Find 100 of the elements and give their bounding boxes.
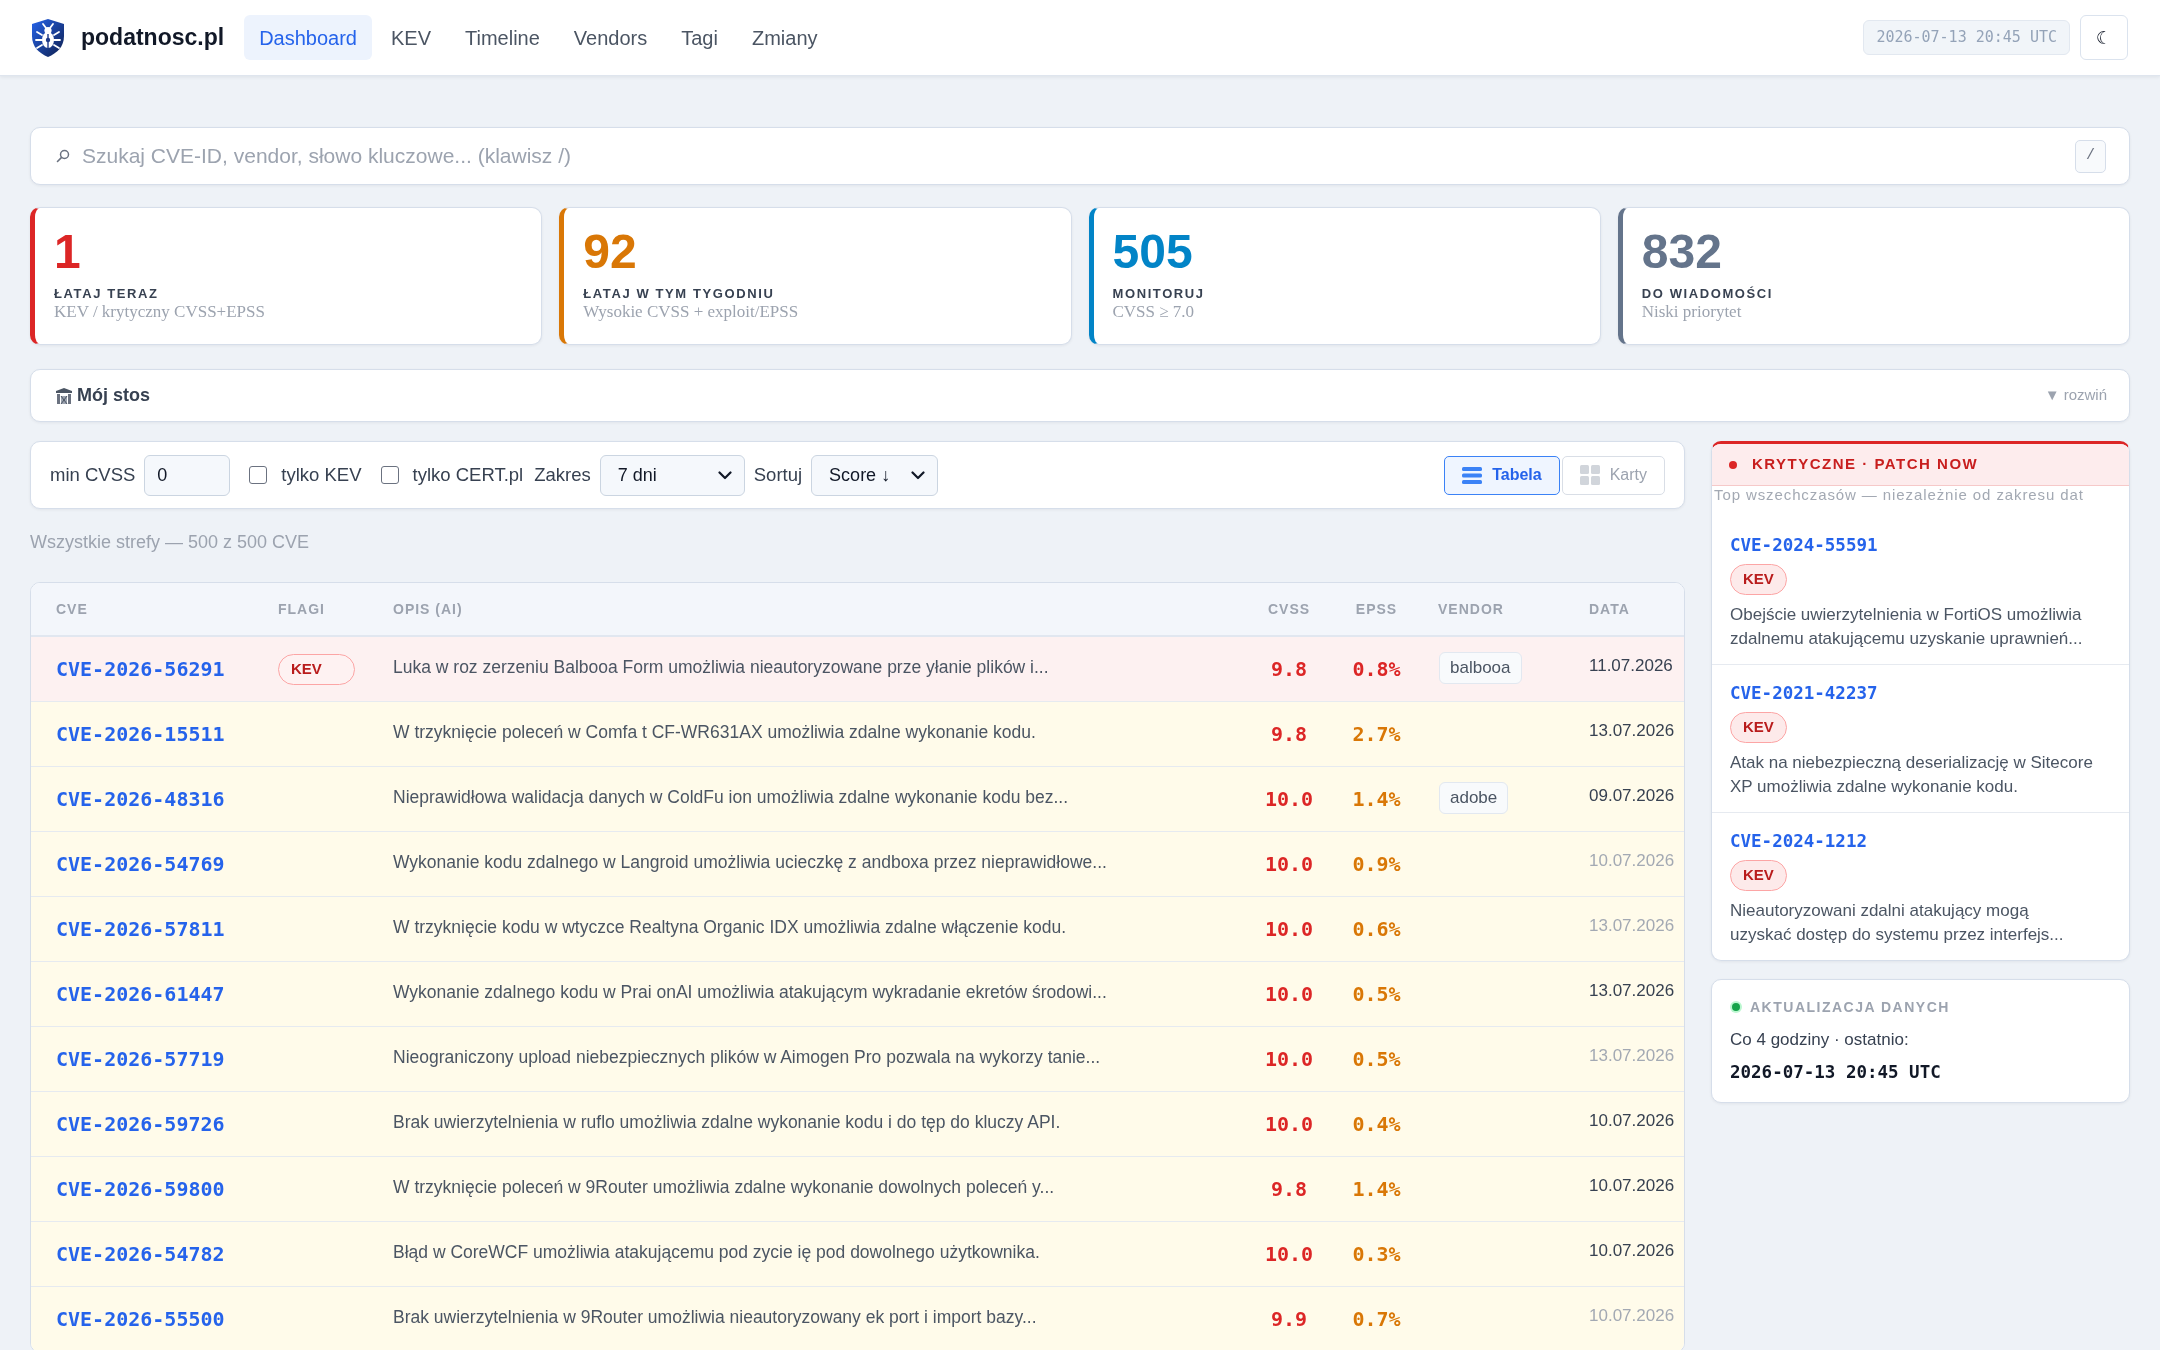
- table-row[interactable]: CVE-2026-54782 Błąd w CoreWCF umożliwia atakującemu pod zycie ię pod dowolnego użytkownika. 10.0 0.3% 10.07.2026: [31, 1222, 1684, 1287]
- nav-tab[interactable]: Dashboard: [244, 15, 372, 60]
- description-text: Obejście uwierzytelnienia w FortiOS umożliwia zdalnemu atakującemu uzyskanie uprawnień...: [1730, 604, 2084, 650]
- kev-badge: KEV: [1730, 564, 1787, 595]
- caret-icon: [911, 470, 926, 480]
- checkbox-label[interactable]: tylko KEV: [281, 461, 362, 489]
- epss-score: 1.4%: [1352, 786, 1401, 813]
- results-summary: Wszystkie strefy — 500 z 500 CVE: [30, 531, 310, 553]
- cvss-score: 10.0: [1264, 786, 1314, 813]
- date-text: 13.07.2026: [1589, 721, 1675, 741]
- nav-tab[interactable]: KEV: [375, 15, 446, 60]
- description-text: Nieprawidłowa walidacja danych w ColdFu ion umożliwia zdalne wykonanie kodu bez...: [393, 786, 1069, 807]
- description-text: W trzyknięcie poleceń w Comfa t CF-WR631AX umożliwia zdalne wykonanie kodu.: [393, 721, 1036, 742]
- filter-label: Sortuj: [753, 463, 803, 488]
- description-text: Nieautoryzowani zdalni atakujący mogą uzyskać dostęp do systemu przez interfejs...: [1730, 900, 2065, 946]
- stat-label: MONITORUJ: [1112, 286, 1205, 302]
- cvss-score: 10.0: [1264, 1241, 1314, 1268]
- cvss-score: 9.8: [1270, 1176, 1308, 1203]
- epss-score: 0.5%: [1352, 1046, 1401, 1073]
- epss-score: 1.4%: [1352, 1176, 1401, 1203]
- table-row[interactable]: CVE-2026-59726 Brak uwierzytelnienia w ruflo umożliwia zdalne wykonanie kodu i do tęp do kluczy API. 10.0 0.4% 10.07.2026: [31, 1092, 1684, 1157]
- description-text: W trzyknięcie kodu w wtyczce Realtyna Organic IDX umożliwia zdalne włączenie kodu.: [393, 916, 1067, 937]
- vendor-tag: adobe: [1439, 782, 1509, 814]
- epss-score: 0.9%: [1352, 851, 1401, 878]
- stat-note: Wysokie CVSS + exploit/EPSS: [583, 302, 799, 322]
- checkbox[interactable]: [249, 466, 268, 484]
- cve-link[interactable]: CVE-2026-15511: [56, 722, 225, 746]
- stack-title: Mój stos: [77, 384, 150, 407]
- cve-link[interactable]: CVE-2026-57719: [56, 1047, 225, 1071]
- stat-label: DO WIADOMOŚCI: [1641, 286, 1774, 302]
- date-text: 10.07.2026: [1589, 1241, 1675, 1261]
- cve-link[interactable]: CVE-2024-1212: [1730, 830, 1867, 852]
- cve-link[interactable]: CVE-2021-42237: [1730, 682, 1878, 704]
- cve-link[interactable]: CVE-2026-56291: [56, 657, 225, 681]
- timestamp-badge: 2026-07-13 20:45 UTC: [1863, 20, 2070, 55]
- nav-tab[interactable]: Vendors: [558, 15, 663, 60]
- epss-score: 0.5%: [1352, 981, 1401, 1008]
- checkbox-label[interactable]: tylko CERT.pl: [412, 461, 524, 489]
- cve-link[interactable]: CVE-2026-48316: [56, 787, 225, 811]
- table-row[interactable]: CVE-2026-61447 Wykonanie zdalnego kodu w Prai onAI umożliwia atakującym wykradanie ekretów środowi... 10.0 0.5% 13.07.2026: [31, 962, 1684, 1027]
- brand-name[interactable]: podatnosc.pl: [81, 20, 225, 55]
- description-text: Nieograniczony upload niebezpiecznych plików w Aimogen Pro pozwala na wykorzy tanie...: [393, 1046, 1101, 1067]
- kev-badge: KEV: [1730, 712, 1787, 743]
- checkbox[interactable]: [380, 466, 399, 484]
- list-icon: [1462, 466, 1483, 484]
- cve-link[interactable]: CVE-2026-59726: [56, 1112, 225, 1136]
- panel-title: KRYTYCZNE · PATCH NOW: [1752, 454, 1979, 475]
- epss-score: 0.7%: [1352, 1306, 1401, 1333]
- stat-note: Niski priorytet: [1641, 302, 1742, 322]
- filter-label: Zakres: [534, 463, 591, 488]
- table-row[interactable]: CVE-2026-15511 W trzyknięcie poleceń w Comfa t CF-WR631AX umożliwia zdalne wykonanie kodu. 9.8 2.7% 13.07.2026: [31, 702, 1684, 767]
- description-text: Brak uwierzytelnienia w 9Router umożliwia nieautoryzowany ek port i import bazy...: [393, 1306, 1037, 1327]
- nav-tab[interactable]: Tagi: [666, 15, 733, 60]
- cvss-score: 10.0: [1264, 1046, 1314, 1073]
- date-text: 10.07.2026: [1589, 1306, 1675, 1326]
- view-toggle-button[interactable]: Tabela: [1444, 455, 1560, 495]
- cve-link[interactable]: CVE-2026-54782: [56, 1242, 225, 1266]
- column-header: CVSS: [1267, 599, 1311, 619]
- nav-tab[interactable]: Zmiany: [736, 15, 833, 60]
- description-text: Luka w roz zerzeniu Balbooa Form umożliwia nieautoryzowane prze yłanie plików i...: [393, 656, 1049, 677]
- min-cvss-input[interactable]: 0: [144, 454, 231, 496]
- table-row[interactable]: CVE-2026-57811 W trzyknięcie kodu w wtyczce Realtyna Organic IDX umożliwia zdalne włączenie kodu. 10.0 0.6% 13.07.2026: [31, 897, 1684, 962]
- table-row[interactable]: CVE-2026-56291 KEV Luka w roz zerzeniu Balbooa Form umożliwia nieautoryzowane prze yłanie plików i... 9.8 0.8% balbooa 11.07.2026: [31, 637, 1684, 702]
- sort-select[interactable]: Score ↓: [811, 454, 939, 496]
- cve-link[interactable]: CVE-2026-55500: [56, 1307, 225, 1331]
- table-row[interactable]: CVE-2026-55500 Brak uwierzytelnienia w 9Router umożliwia nieautoryzowany ek port i import bazy... 9.9 0.7% 10.07.2026: [31, 1287, 1684, 1350]
- search-field[interactable]: Szukaj CVE-ID, vendor, słowo kluczowe... (klawisz /): [82, 136, 2063, 176]
- epss-score: 0.8%: [1352, 656, 1401, 683]
- cve-link[interactable]: CVE-2026-61447: [56, 982, 225, 1006]
- table-row[interactable]: CVE-2026-48316 Nieprawidłowa walidacja danych w ColdFu ion umożliwia zdalne wykonanie kodu bez... 10.0 1.4% adobe 09.07.2026: [31, 767, 1684, 832]
- cve-link[interactable]: CVE-2026-59800: [56, 1177, 225, 1201]
- cvss-score: 9.9: [1270, 1306, 1308, 1333]
- table-row[interactable]: CVE-2026-59800 W trzyknięcie poleceń w 9Router umożliwia zdalne wykonanie dowolnych poleceń y... 9.8 1.4% 10.07.2026: [31, 1157, 1684, 1222]
- cve-link[interactable]: CVE-2024-55591: [1730, 534, 1878, 556]
- panel-subtitle: Top wszechczasów — niezależnie od zakresu dat: [1713, 486, 2084, 504]
- update-timestamp: 2026-07-13 20:45 UTC: [1730, 1061, 1941, 1084]
- stat-label: ŁATAJ TERAZ: [54, 286, 159, 302]
- column-header: DATA: [1589, 599, 1630, 619]
- stat-value: 1: [54, 228, 81, 276]
- description-text: Błąd w CoreWCF umożliwia atakującemu pod zycie ię pod dowolnego użytkownika.: [393, 1241, 1040, 1262]
- date-text: 11.07.2026: [1589, 656, 1673, 676]
- cvss-score: 9.8: [1270, 721, 1308, 748]
- theme-toggle-button[interactable]: ☾: [2080, 15, 2128, 60]
- shield-bug-icon: [30, 17, 66, 58]
- stat-note: KEV / krytyczny CVSS+EPSS: [54, 302, 265, 322]
- cvss-score: 10.0: [1264, 981, 1314, 1008]
- cve-link[interactable]: CVE-2026-57811: [56, 917, 225, 941]
- table-row[interactable]: CVE-2026-54769 Wykonanie kodu zdalnego w Langroid umożliwia ucieczkę z andboxa przez nieprawidłowe... 10.0 0.9% 10.07.2026: [31, 832, 1684, 897]
- date-text: 13.07.2026: [1589, 1046, 1675, 1066]
- date-text: 10.07.2026: [1589, 1111, 1675, 1131]
- stat-label: ŁATAJ W TYM TYGODNIU: [583, 286, 775, 302]
- search-bar[interactable]: Szukaj CVE-ID, vendor, słowo kluczowe... (klawisz /) /: [30, 127, 2130, 185]
- date-text: 13.07.2026: [1589, 981, 1675, 1001]
- table-row[interactable]: CVE-2026-57719 Nieograniczony upload niebezpiecznych plików w Aimogen Pro pozwala na wykorzy tanie... 10.0 0.5% 13.07.2026: [31, 1027, 1684, 1092]
- caret-icon: [717, 470, 732, 480]
- cve-link[interactable]: CVE-2026-54769: [56, 852, 225, 876]
- vendor-tag: balbooa: [1439, 652, 1522, 684]
- range-select[interactable]: 7 dni: [599, 454, 745, 496]
- column-header: EPSS: [1355, 599, 1398, 619]
- nav-tab[interactable]: Timeline: [450, 15, 555, 60]
